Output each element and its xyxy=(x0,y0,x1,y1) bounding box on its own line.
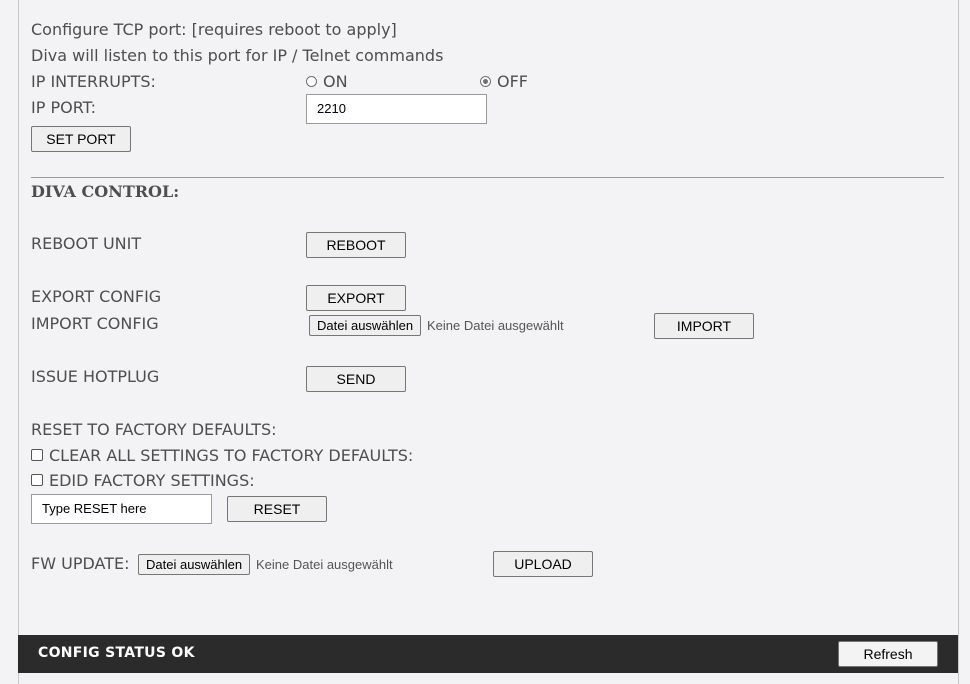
fw-file-chooser-button[interactable]: Datei auswählen xyxy=(138,554,251,575)
radio-off-icon[interactable] xyxy=(480,76,491,87)
send-hotplug-button[interactable]: SEND xyxy=(306,366,406,392)
radio-on-icon[interactable] xyxy=(306,76,317,87)
fw-file-status: Keine Datei ausgewählt xyxy=(256,557,393,572)
config-panel xyxy=(18,0,959,684)
radio-off-label: OFF xyxy=(497,72,528,91)
export-config-label: EXPORT CONFIG xyxy=(31,287,162,306)
reboot-unit-label: REBOOT UNIT xyxy=(31,234,142,253)
fw-update-label: FW UPDATE: xyxy=(31,554,130,573)
ip-interrupts-on-option[interactable]: ON xyxy=(306,72,348,92)
clear-all-label: CLEAR ALL SETTINGS TO FACTORY DEFAULTS: xyxy=(49,446,414,465)
issue-hotplug-label: ISSUE HOTPLUG xyxy=(31,367,160,386)
section-divider xyxy=(31,177,944,178)
import-file-chooser-button[interactable]: Datei auswählen xyxy=(309,315,422,336)
ip-interrupts-off-option[interactable]: OFF xyxy=(480,72,528,92)
edid-factory-option[interactable]: EDID FACTORY SETTINGS: xyxy=(31,471,255,491)
upload-button[interactable]: UPLOAD xyxy=(493,551,593,577)
reset-button[interactable]: RESET xyxy=(227,496,327,522)
import-button[interactable]: IMPORT xyxy=(654,313,754,339)
set-port-button[interactable]: SET PORT xyxy=(31,126,131,152)
tcp-config-description: Diva will listen to this port for IP / T… xyxy=(31,46,444,65)
refresh-button[interactable]: Refresh xyxy=(838,641,938,667)
tcp-config-title: Configure TCP port: [requires reboot to … xyxy=(31,20,397,39)
ip-port-input[interactable]: 2210 xyxy=(306,94,487,124)
ip-interrupts-label: IP INTERRUPTS: xyxy=(31,72,156,91)
import-config-label: IMPORT CONFIG xyxy=(31,314,159,333)
diva-control-heading: DIVA CONTROL: xyxy=(31,182,180,201)
reboot-button[interactable]: REBOOT xyxy=(306,232,406,258)
import-file-status: Keine Datei ausgewählt xyxy=(427,318,564,333)
config-status-text: CONFIG STATUS OK xyxy=(38,645,195,661)
ip-port-label: IP PORT: xyxy=(31,98,97,117)
clear-all-checkbox[interactable] xyxy=(31,448,43,461)
reset-factory-heading: RESET TO FACTORY DEFAULTS: xyxy=(31,420,277,439)
edid-factory-checkbox[interactable] xyxy=(31,473,43,486)
clear-all-settings-option[interactable]: CLEAR ALL SETTINGS TO FACTORY DEFAULTS: xyxy=(31,446,413,466)
radio-on-label: ON xyxy=(323,72,348,91)
edid-factory-label: EDID FACTORY SETTINGS: xyxy=(49,471,255,490)
reset-confirm-input[interactable]: Type RESET here xyxy=(31,494,212,524)
status-footer: CONFIG STATUS OK Refresh xyxy=(18,635,958,673)
export-button[interactable]: EXPORT xyxy=(306,285,406,311)
